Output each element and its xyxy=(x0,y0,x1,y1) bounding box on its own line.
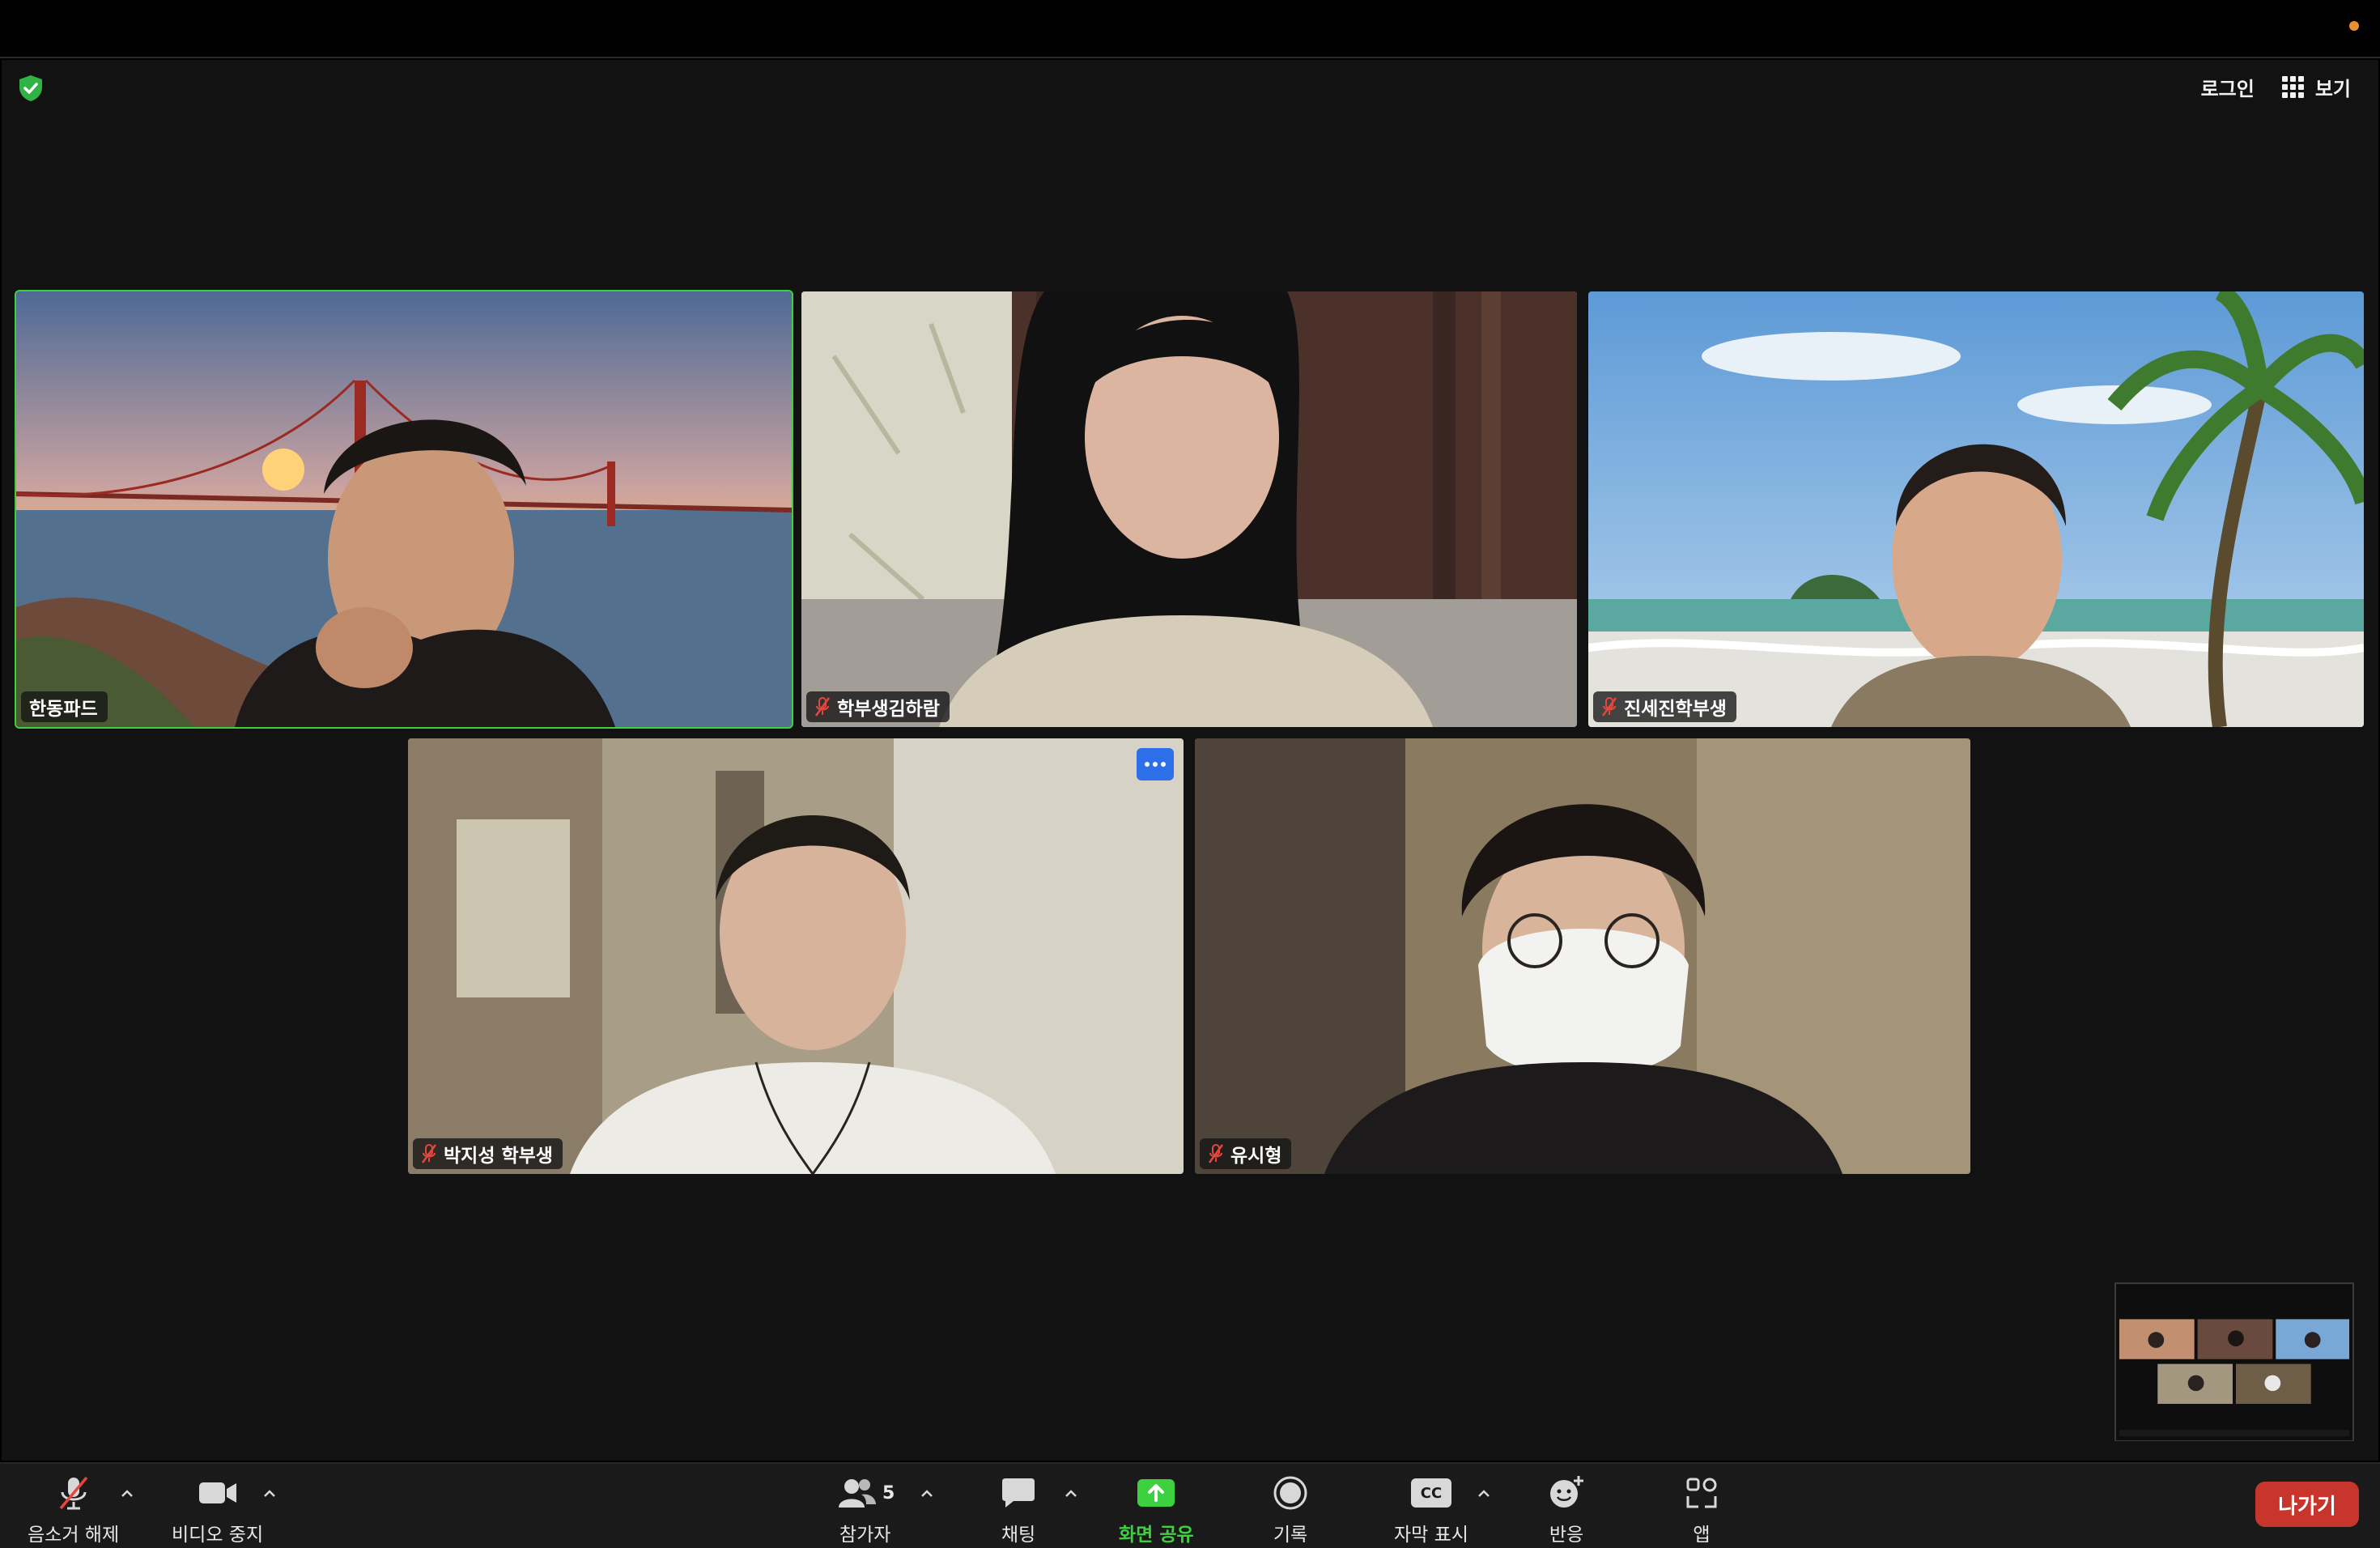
chevron-up-icon[interactable] xyxy=(118,1485,136,1503)
chevron-up-icon[interactable] xyxy=(1062,1485,1080,1503)
mic-muted-icon xyxy=(814,697,831,717)
reaction-emoji-icon xyxy=(1550,1476,1583,1508)
gallery-preview-thumbnail[interactable] xyxy=(2114,1282,2354,1441)
participant-name: 학부생김하람 xyxy=(837,699,940,720)
participant-name-tag: 학부생김하람 xyxy=(806,691,950,722)
recording-indicator-dot xyxy=(2349,21,2359,31)
captions-button[interactable]: CC 자막 표시 xyxy=(1394,1474,1468,1546)
chevron-up-icon[interactable] xyxy=(918,1485,936,1503)
video-tile-4[interactable]: 박지성 학부생 xyxy=(408,738,1184,1174)
top-right-controls: 로그인 보기 xyxy=(2201,73,2351,101)
apps-icon xyxy=(1686,1478,1717,1508)
chat-bubble-icon xyxy=(1002,1478,1035,1508)
stop-video-button[interactable]: 비디오 중지 xyxy=(172,1474,263,1546)
chevron-up-icon[interactable] xyxy=(1475,1485,1493,1503)
meeting-area: 로그인 보기 xyxy=(2,60,2378,1461)
window-title-bar xyxy=(0,0,2380,58)
closed-captions-icon: CC xyxy=(1410,1478,1451,1508)
share-screen-label: 화면 공유 xyxy=(1119,1525,1194,1546)
microphone-off-icon xyxy=(59,1476,87,1510)
reactions-button[interactable]: 반응 xyxy=(1548,1474,1585,1546)
participant-name-tag: 유시형 xyxy=(1200,1138,1292,1169)
view-label: 보기 xyxy=(2314,78,2351,100)
stop-video-label: 비디오 중지 xyxy=(172,1525,264,1546)
leave-label: 나가기 xyxy=(2278,1494,2336,1519)
view-button[interactable]: 보기 xyxy=(2281,73,2351,101)
preview-image xyxy=(2116,1284,2352,1441)
participant-name-tag: 한동파드 xyxy=(21,691,108,722)
more-options-button[interactable] xyxy=(1137,748,1174,780)
preview-control-strip xyxy=(2119,1430,2349,1436)
chat-label: 채팅 xyxy=(1001,1525,1036,1546)
login-label: 로그인 xyxy=(2200,78,2255,100)
participant-name-tag: 박지성 학부생 xyxy=(413,1138,563,1169)
participant-video xyxy=(16,291,792,727)
apps-label: 앱 xyxy=(1693,1525,1711,1546)
video-tile-5[interactable]: 유시형 xyxy=(1195,738,1970,1174)
video-tile-3[interactable]: 진세진학부생 xyxy=(1588,291,2364,727)
shield-check-icon[interactable] xyxy=(18,74,44,102)
participant-name: 박지성 학부생 xyxy=(444,1146,553,1167)
participant-video xyxy=(1588,291,2364,727)
participant-video xyxy=(801,291,1577,727)
video-tile-1[interactable]: 한동파드 xyxy=(15,290,793,729)
participants-button[interactable]: 5 참가자 xyxy=(835,1474,895,1546)
leave-meeting-button[interactable]: 나가기 xyxy=(2255,1482,2359,1527)
chat-button[interactable]: 채팅 xyxy=(1001,1474,1036,1546)
login-button[interactable]: 로그인 xyxy=(2201,73,2255,101)
mic-muted-icon xyxy=(1208,1144,1224,1163)
participant-count: 5 xyxy=(882,1482,895,1503)
video-tile-2[interactable]: 학부생김하람 xyxy=(801,291,1577,727)
participant-name: 유시형 xyxy=(1230,1146,1282,1167)
share-screen-icon xyxy=(1137,1479,1175,1507)
reactions-label: 반응 xyxy=(1549,1525,1584,1546)
grid-view-icon xyxy=(2281,76,2304,98)
record-label: 기록 xyxy=(1273,1525,1308,1546)
meeting-toolbar: 음소거 해제 비디오 중지 5 참가자 채팅 화면 공유 기록 CC 자막 표시… xyxy=(0,1462,2380,1548)
record-button[interactable]: 기록 xyxy=(1273,1474,1308,1546)
participant-name: 한동파드 xyxy=(29,699,98,720)
chevron-up-icon[interactable] xyxy=(261,1485,278,1503)
participant-name: 진세진학부생 xyxy=(1624,699,1727,720)
unmute-button[interactable]: 음소거 해제 xyxy=(28,1474,119,1546)
participant-video xyxy=(408,738,1184,1174)
apps-button[interactable]: 앱 xyxy=(1685,1474,1718,1546)
mic-muted-icon xyxy=(421,1144,437,1163)
captions-label: 자막 표시 xyxy=(1394,1525,1468,1546)
participant-name-tag: 진세진학부생 xyxy=(1593,691,1736,722)
video-camera-icon xyxy=(198,1482,236,1503)
participants-icon xyxy=(839,1479,876,1508)
record-icon xyxy=(1273,1476,1307,1510)
mic-muted-icon xyxy=(1601,697,1617,717)
share-screen-button[interactable]: 화면 공유 xyxy=(1119,1474,1194,1546)
participants-label: 참가자 xyxy=(839,1525,891,1546)
participant-video xyxy=(1195,738,1970,1174)
unmute-label: 음소거 해제 xyxy=(28,1525,120,1546)
